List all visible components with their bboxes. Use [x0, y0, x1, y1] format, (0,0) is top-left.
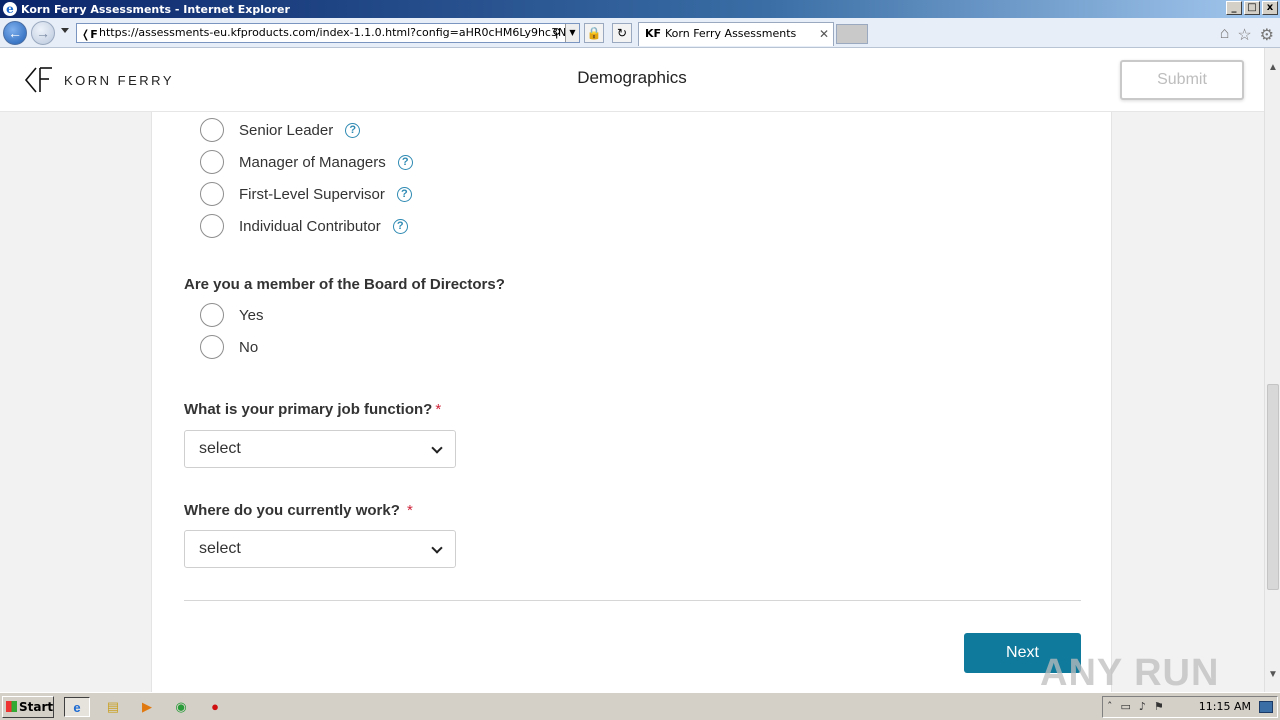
- refresh-icon[interactable]: ↻: [612, 23, 632, 43]
- radio-option-first-level-supervisor[interactable]: First-Level Supervisor ?: [200, 182, 412, 206]
- address-bar[interactable]: ❬F https://assessments-eu.kfproducts.com…: [76, 23, 580, 43]
- work-location-text: Where do you currently work?: [184, 502, 400, 519]
- explorer-folder-icon[interactable]: ▤: [100, 697, 126, 717]
- history-dropdown-icon[interactable]: [61, 28, 69, 33]
- address-url: https://assessments-eu.kfproducts.com/in…: [99, 26, 579, 39]
- radio-option-individual-contributor[interactable]: Individual Contributor ?: [200, 214, 408, 238]
- lock-icon[interactable]: 🔒: [584, 23, 604, 43]
- help-icon[interactable]: ?: [345, 122, 361, 138]
- tab-korn-ferry[interactable]: KF Korn Ferry Assessments ✕: [638, 22, 834, 46]
- radio-button[interactable]: [200, 118, 224, 142]
- job-function-question-label: What is your primary job function? *: [184, 401, 441, 418]
- security-alert-icon[interactable]: ●: [202, 697, 228, 717]
- work-location-select[interactable]: select: [184, 530, 456, 568]
- app-header: KORN FERRY Demographics Submit: [0, 48, 1264, 112]
- show-desktop-icon[interactable]: [1259, 701, 1273, 713]
- new-tab-button[interactable]: [836, 24, 868, 44]
- windows-flag-icon: [6, 701, 17, 712]
- board-question-label: Are you a member of the Board of Directo…: [184, 276, 505, 293]
- help-icon[interactable]: ?: [392, 218, 408, 234]
- help-icon[interactable]: ?: [396, 186, 412, 202]
- submit-button[interactable]: Submit: [1120, 60, 1244, 100]
- radio-label: First-Level Supervisor: [239, 185, 385, 203]
- browser-toolbar-icons: ⌂ ☆ ⚙: [1220, 25, 1274, 45]
- chevron-down-icon: [431, 542, 443, 554]
- work-location-question-label: Where do you currently work? *: [184, 502, 413, 519]
- home-icon[interactable]: ⌂: [1220, 25, 1230, 45]
- scrollbar-thumb[interactable]: [1267, 384, 1279, 590]
- media-player-icon[interactable]: ▶: [134, 697, 160, 717]
- tray-icons[interactable]: ˆ▭♪⚑: [1107, 697, 1172, 717]
- start-label: Start: [19, 700, 54, 714]
- ie-taskbar-icon[interactable]: e: [64, 697, 90, 717]
- close-button[interactable]: x: [1262, 1, 1278, 15]
- anyrun-watermark: ANY RUN: [1040, 652, 1220, 692]
- page-viewport: KORN FERRY Demographics Submit Senior Le…: [0, 48, 1264, 692]
- tab-favicon-icon: KF: [645, 27, 662, 40]
- form-divider: [184, 600, 1081, 601]
- forward-button[interactable]: →: [31, 21, 55, 45]
- tab-close-icon[interactable]: ✕: [819, 23, 829, 45]
- radio-option-senior-leader[interactable]: Senior Leader ?: [200, 118, 361, 142]
- radio-button[interactable]: [200, 214, 224, 238]
- scroll-down-icon[interactable]: ▼: [1268, 669, 1278, 680]
- minimize-button[interactable]: _: [1226, 1, 1242, 15]
- clock: 11:15 AM: [1198, 700, 1251, 713]
- radio-label: Yes: [239, 306, 264, 324]
- window-title: Korn Ferry Assessments - Internet Explor…: [21, 2, 290, 16]
- radio-option-yes[interactable]: Yes: [200, 303, 263, 327]
- required-marker: *: [407, 502, 413, 519]
- ie-logo-icon: e: [3, 2, 17, 16]
- gear-icon[interactable]: ⚙: [1260, 25, 1274, 45]
- radio-option-manager-of-managers[interactable]: Manager of Managers ?: [200, 150, 413, 174]
- radio-option-no[interactable]: No: [200, 335, 258, 359]
- radio-button[interactable]: [200, 150, 224, 174]
- demographics-form: Senior Leader ? Manager of Managers ? Fi…: [151, 112, 1112, 692]
- back-button[interactable]: ←: [3, 21, 27, 45]
- window-controls: _ □ x: [1226, 1, 1278, 15]
- system-tray: ˆ▭♪⚑ 11:15 AM: [1102, 696, 1278, 718]
- page-scrollbar[interactable]: ▲ ▼: [1264, 48, 1280, 692]
- browser-navbar: ← → ❬F https://assessments-eu.kfproducts…: [0, 18, 1280, 48]
- page-title: Demographics: [577, 68, 687, 87]
- chevron-down-icon: [431, 442, 443, 454]
- job-function-value: select: [199, 440, 241, 457]
- radio-button[interactable]: [200, 335, 224, 359]
- job-function-text: What is your primary job function?: [184, 401, 433, 418]
- search-icon[interactable]: ⚲: [552, 24, 561, 42]
- radio-label: No: [239, 338, 259, 356]
- work-location-value: select: [199, 540, 241, 557]
- chrome-icon[interactable]: ◉: [168, 697, 194, 717]
- favorites-star-icon[interactable]: ☆: [1237, 25, 1251, 45]
- help-icon[interactable]: ?: [397, 154, 413, 170]
- radio-label: Manager of Managers: [239, 153, 386, 171]
- window-titlebar: e Korn Ferry Assessments - Internet Expl…: [0, 0, 1280, 18]
- restore-button[interactable]: □: [1244, 1, 1260, 15]
- start-button[interactable]: Start: [2, 696, 54, 718]
- tab-title: Korn Ferry Assessments: [665, 27, 797, 40]
- radio-label: Senior Leader: [239, 121, 334, 139]
- radio-label: Individual Contributor: [239, 217, 381, 235]
- address-dropdown-icon[interactable]: ▼: [565, 24, 579, 42]
- radio-button[interactable]: [200, 182, 224, 206]
- scroll-up-icon[interactable]: ▲: [1268, 62, 1278, 73]
- windows-taskbar: Start e ▤ ▶ ◉ ● ˆ▭♪⚑ 11:15 AM: [0, 692, 1280, 720]
- job-function-select[interactable]: select: [184, 430, 456, 468]
- required-marker: *: [435, 401, 442, 418]
- radio-button[interactable]: [200, 303, 224, 327]
- site-favicon-icon: ❬F: [81, 28, 98, 41]
